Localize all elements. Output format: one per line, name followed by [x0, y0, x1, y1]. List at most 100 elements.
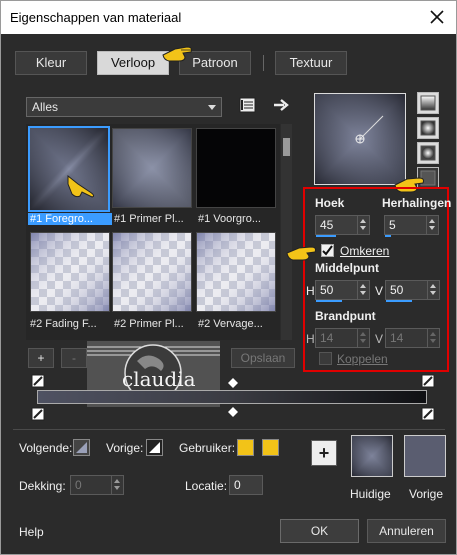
link-label[interactable]: Koppelen	[337, 352, 388, 366]
save-gradient-button[interactable]: Opslaan	[231, 348, 295, 368]
user-label: Gebruiker:	[179, 441, 236, 455]
previous-swatch[interactable]	[404, 435, 446, 477]
prev-color-swatch[interactable]	[146, 439, 163, 456]
close-button[interactable]	[426, 6, 448, 28]
gradient-stop-end-bottom[interactable]	[421, 407, 435, 421]
gradient-gallery: #1 Foregro... #1 Primer Pl... #1 Voorgro…	[26, 124, 280, 340]
spinner-arrows[interactable]	[426, 216, 438, 234]
location-label: Locatie:	[185, 479, 228, 493]
gradient-editor-bar[interactable]	[37, 390, 427, 404]
repeats-label: Herhalingen	[382, 196, 452, 210]
checker-gradient-swatch	[31, 233, 109, 311]
material-properties-dialog: Eigenschappen van materiaal Kleur Verloo…	[0, 0, 457, 555]
ok-button[interactable]: OK	[280, 519, 359, 543]
invert-label[interactable]: Omkeren	[340, 244, 389, 258]
invert-checkbox[interactable]	[321, 244, 334, 257]
gallery-thumb-voorgrond-1[interactable]	[196, 128, 276, 208]
gallery-label-3: #1 Voorgro...	[198, 213, 261, 225]
repeats-slider-bar[interactable]	[385, 235, 391, 237]
tab-kleur[interactable]: Kleur	[15, 51, 87, 75]
gradient-stop-start-bottom[interactable]	[31, 407, 45, 421]
checker-gradient-swatch	[197, 233, 275, 311]
focal-h-value: 14	[320, 331, 334, 345]
spinner-arrows[interactable]	[357, 281, 369, 299]
watermark-text: claudia	[122, 367, 196, 391]
angle-value: 45	[320, 218, 334, 232]
user-color-swatch-2[interactable]	[262, 439, 279, 456]
repeats-spinner[interactable]: 5	[384, 215, 439, 237]
opacity-label: Dekking:	[19, 479, 66, 493]
center-v-value: 50	[390, 283, 404, 297]
center-v-label: V	[375, 284, 384, 298]
next-label: Volgende:	[19, 441, 73, 455]
gallery-thumb-fading[interactable]	[30, 232, 110, 312]
focal-v-value: 14	[390, 331, 404, 345]
radial-gradient-icon	[420, 145, 436, 161]
previous-label: Vorige	[409, 487, 444, 501]
linear-style-button[interactable]	[417, 92, 439, 114]
midpoint-marker-bottom[interactable]	[228, 407, 238, 417]
close-icon	[430, 10, 444, 24]
chevron-down-icon	[208, 105, 216, 110]
pointing-hand-icon	[286, 246, 316, 261]
remove-gradient-button[interactable]: -	[61, 348, 87, 368]
next-color-swatch[interactable]	[73, 439, 90, 456]
prev-label: Vorige:	[106, 441, 144, 455]
gallery-label-2: #1 Primer Pl...	[114, 213, 184, 225]
tab-textuur[interactable]: Textuur	[275, 51, 347, 75]
gradient-stop-start-top[interactable]	[31, 374, 45, 388]
library-filter-dropdown[interactable]: Alles	[26, 97, 222, 117]
center-h-slider-bar[interactable]	[316, 300, 342, 302]
opacity-spinner[interactable]: 0	[70, 475, 124, 495]
focal-h-label: H	[306, 332, 315, 346]
angle-slider-bar[interactable]	[316, 235, 336, 237]
rectangular-style-button[interactable]	[417, 117, 439, 139]
arrow-right-icon[interactable]	[273, 97, 291, 113]
gallery-label-5: #2 Primer Pl...	[114, 318, 184, 330]
radial-style-button[interactable]	[417, 142, 439, 164]
scrollbar-thumb[interactable]	[283, 138, 290, 156]
spinner-arrows[interactable]	[357, 216, 369, 234]
gallery-label-4: #2 Fading F...	[30, 318, 97, 330]
gallery-thumb-foreground[interactable]	[28, 126, 110, 212]
gallery-scrollbar[interactable]	[281, 124, 292, 340]
gradient-stop-end-top[interactable]	[421, 374, 435, 388]
add-swatch-button[interactable]: +	[311, 440, 337, 466]
checker-gradient-swatch	[113, 233, 191, 311]
location-value: 0	[234, 478, 241, 492]
repeats-value: 5	[389, 218, 396, 232]
linear-gradient-icon	[420, 95, 436, 111]
gallery-label-1: #1 Foregro...	[28, 213, 112, 225]
link-checkbox[interactable]	[319, 352, 332, 365]
center-v-slider-bar[interactable]	[386, 300, 412, 302]
center-v-spinner[interactable]: 50	[385, 280, 440, 302]
focal-h-spinner[interactable]: 14	[315, 328, 370, 348]
center-h-spinner[interactable]: 50	[315, 280, 370, 302]
spinner-arrows[interactable]	[111, 476, 123, 494]
gradient-preview[interactable]	[314, 93, 406, 185]
spinner-arrows[interactable]	[427, 281, 439, 299]
angle-spinner[interactable]: 45	[315, 215, 370, 237]
current-swatch[interactable]	[351, 435, 393, 477]
tab-verloop[interactable]: Verloop	[97, 51, 169, 75]
pointing-hand-icon	[67, 174, 95, 198]
cancel-button[interactable]: Annuleren	[367, 519, 446, 543]
midpoint-marker-top[interactable]	[228, 378, 238, 388]
focal-v-label: V	[375, 332, 384, 346]
focal-v-spinner[interactable]: 14	[385, 328, 440, 348]
user-color-swatch-1[interactable]	[237, 439, 254, 456]
location-field[interactable]: 0	[229, 475, 263, 495]
library-filter-value: Alles	[32, 100, 59, 114]
conic-gradient-swatch	[113, 129, 191, 207]
spinner-arrows[interactable]	[427, 329, 439, 347]
angle-label: Hoek	[315, 196, 345, 210]
spinner-arrows[interactable]	[357, 329, 369, 347]
window-title: Eigenschappen van materiaal	[10, 10, 182, 25]
center-h-value: 50	[320, 283, 334, 297]
gallery-thumb-vervagen[interactable]	[196, 232, 276, 312]
gallery-thumb-primer-2[interactable]	[112, 232, 192, 312]
gallery-thumb-primer-1[interactable]	[112, 128, 192, 208]
library-list-icon[interactable]	[239, 96, 257, 114]
help-link[interactable]: Help	[19, 525, 44, 539]
add-gradient-button[interactable]: +	[28, 348, 54, 368]
